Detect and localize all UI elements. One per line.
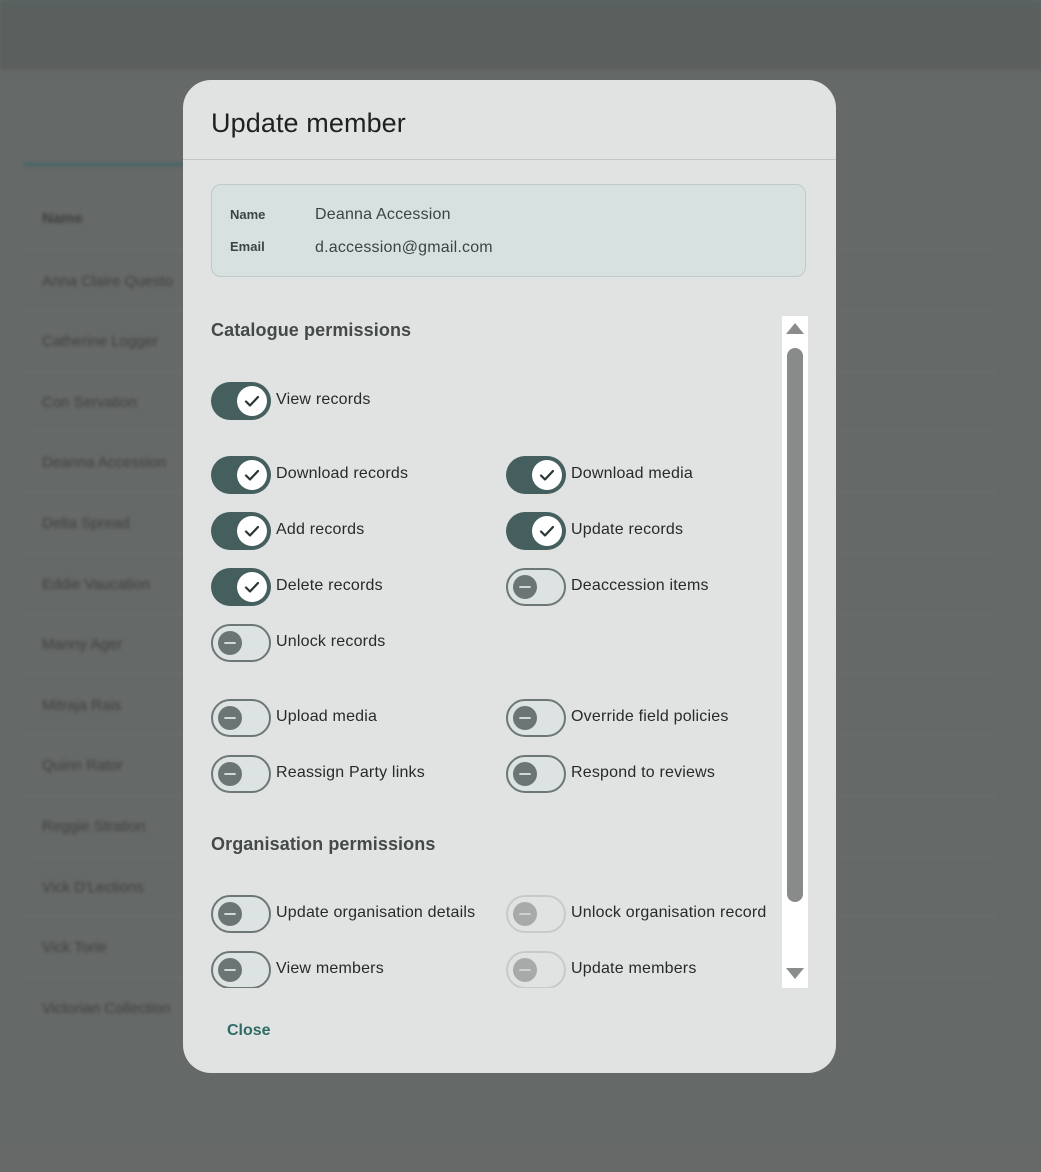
respond-to-reviews-label: Respond to reviews [571,764,716,781]
email-label: Email [230,239,265,254]
unlock-organisation-record-label: Unlock organisation record [571,904,767,921]
scroll-up-arrow-icon[interactable] [786,323,804,334]
toggle-knob [237,460,267,490]
member-info-card: Name Deanna Accession Email d.accession@… [211,184,806,277]
unlock-records-label: Unlock records [276,633,386,650]
toggle-knob [218,958,242,982]
minus-icon [224,773,236,775]
download-media-toggle[interactable] [506,456,566,494]
respond-to-reviews-toggle[interactable] [506,755,566,793]
dialog-divider [183,159,836,160]
toggle-knob [218,706,242,730]
check-icon [539,469,555,481]
name-value: Deanna Accession [315,206,451,223]
update-records-toggle[interactable] [506,512,566,550]
scrollbar-thumb[interactable] [787,348,803,902]
toggle-knob [532,516,562,546]
name-label: Name [230,207,266,222]
delete-records-label: Delete records [276,577,383,594]
toggle-knob [237,516,267,546]
upload-media-label: Upload media [276,708,378,725]
organisation-permissions-heading: Organisation permissions [211,834,436,854]
update-members-toggle [506,951,566,988]
minus-icon [519,773,531,775]
toggle-knob [218,902,242,926]
view-records-toggle[interactable] [211,382,271,420]
override-field-policies-label: Override field policies [571,708,729,725]
email-value: d.accession@gmail.com [315,239,493,256]
delete-records-toggle[interactable] [211,568,271,606]
view-members-label: View members [276,960,384,977]
check-icon [244,581,260,593]
download-media-label: Download media [571,465,693,482]
permissions-scrollbar[interactable] [782,316,808,988]
minus-icon [519,717,531,719]
close-button[interactable]: Close [213,1018,285,1044]
check-icon [244,469,260,481]
scroll-down-arrow-icon[interactable] [786,968,804,979]
download-records-label: Download records [276,465,409,482]
update-records-label: Update records [571,521,684,538]
toggle-knob [513,902,537,926]
update-organisation-details-toggle[interactable] [211,895,271,933]
check-icon [244,395,260,407]
update-members-label: Update members [571,960,697,977]
override-field-policies-toggle[interactable] [506,699,566,737]
toggle-knob [513,706,537,730]
unlock-records-toggle[interactable] [211,624,271,662]
toggle-knob [513,575,537,599]
toggle-knob [237,386,267,416]
minus-icon [224,642,236,644]
minus-icon [519,586,531,588]
toggle-knob [513,958,537,982]
toggle-knob [513,762,537,786]
toggle-knob [532,460,562,490]
update-organisation-details-label: Update organisation details [276,904,476,921]
download-records-toggle[interactable] [211,456,271,494]
view-members-toggle[interactable] [211,951,271,988]
minus-icon [519,913,531,915]
toggle-knob [218,762,242,786]
view-records-label: View records [276,391,371,408]
check-icon [539,525,555,537]
deaccession-items-label: Deaccession items [571,577,709,594]
update-member-dialog: Update member Name Deanna Accession Emai… [183,80,836,1073]
check-icon [244,525,260,537]
reassign-party-links-label: Reassign Party links [276,764,425,781]
minus-icon [224,717,236,719]
toggle-knob [218,631,242,655]
add-records-label: Add records [276,521,365,538]
reassign-party-links-toggle[interactable] [211,755,271,793]
dialog-title: Update member [211,108,406,138]
minus-icon [224,913,236,915]
minus-icon [519,969,531,971]
deaccession-items-toggle[interactable] [506,568,566,606]
minus-icon [224,969,236,971]
catalogue-permissions-heading: Catalogue permissions [211,320,412,340]
unlock-organisation-record-toggle [506,895,566,933]
upload-media-toggle[interactable] [211,699,271,737]
add-records-toggle[interactable] [211,512,271,550]
permissions-scroll-area[interactable]: Catalogue permissions View records Downl… [211,316,783,988]
toggle-knob [237,572,267,602]
